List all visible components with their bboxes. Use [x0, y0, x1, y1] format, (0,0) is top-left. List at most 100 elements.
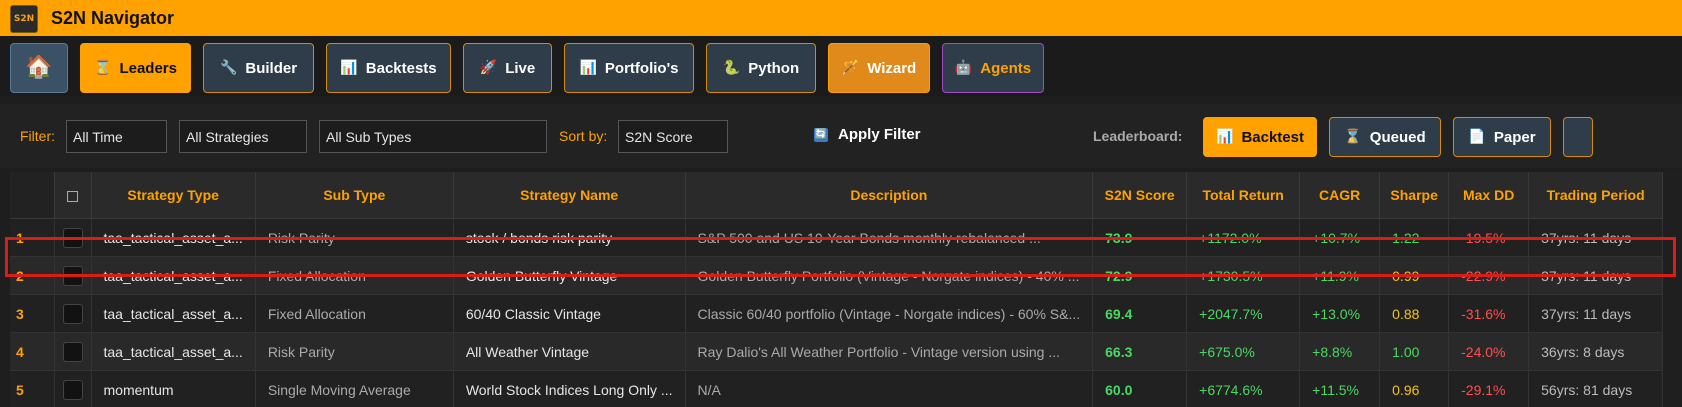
- sharpe-cell: 0.99: [1379, 256, 1450, 295]
- row-checkbox[interactable]: [62, 265, 83, 286]
- select-all-checkbox[interactable]: [54, 172, 92, 219]
- max-dd-cell: -22.9%: [1448, 256, 1530, 295]
- nav-builder-label: Builder: [245, 59, 298, 77]
- strategy-type-cell: taa_tactical_asset_a...: [91, 294, 256, 333]
- total-return-cell: +1730.5%: [1186, 256, 1301, 295]
- description-cell: N/A: [685, 370, 1094, 407]
- row-rank: 4: [10, 332, 55, 371]
- s2n-score-cell: 69.4: [1092, 294, 1188, 333]
- description-cell: Golden Butterfly Portfolio (Vintage - No…: [685, 256, 1094, 295]
- table-row[interactable]: 4 taa_tactical_asset_a... Risk Parity Al…: [10, 332, 1664, 371]
- description-cell: Classic 60/40 portfolio (Vintage - Norga…: [685, 294, 1094, 333]
- trading-period-cell: 36yrs: 8 days: [1528, 332, 1664, 371]
- home-button[interactable]: 🏠: [10, 43, 68, 93]
- nav-portfolios-button[interactable]: 📊 Portfolio's: [564, 43, 694, 93]
- column-header[interactable]: Sub Type: [255, 172, 454, 219]
- subtype-filter-select[interactable]: All Sub Types: [319, 120, 547, 153]
- column-header[interactable]: Strategy Name: [453, 172, 686, 219]
- leaderboard-backtest-label: Backtest: [1241, 128, 1304, 146]
- sort-select[interactable]: S2N Score: [618, 120, 728, 153]
- apply-filter-button[interactable]: 🔄 Apply Filter: [814, 126, 921, 143]
- filter-label: Filter:: [20, 128, 55, 144]
- nav-live-button[interactable]: 🚀 Live: [463, 43, 552, 93]
- sharpe-cell: 1.00: [1379, 332, 1450, 371]
- row-rank: 5: [10, 370, 55, 407]
- strategy-name-cell[interactable]: All Weather Vintage: [453, 332, 686, 371]
- s2n-score-cell: 72.9: [1092, 256, 1188, 295]
- strategy-type-cell: taa_tactical_asset_a...: [91, 218, 256, 257]
- row-rank: 1: [10, 218, 55, 257]
- row-rank: 3: [10, 294, 55, 333]
- strategy-name-cell[interactable]: stock / bonds risk parity: [453, 218, 686, 257]
- nav-portfolios-label: Portfolio's: [604, 59, 679, 77]
- s2n-score-cell: 66.3: [1092, 332, 1188, 371]
- table-row[interactable]: 1 taa_tactical_asset_a... Risk Parity st…: [10, 218, 1664, 257]
- home-icon: 🏠: [25, 55, 53, 80]
- trading-period-cell: 37yrs: 11 days: [1528, 218, 1664, 257]
- nav-agents-button[interactable]: 🤖 Agents: [942, 43, 1044, 93]
- column-header[interactable]: S2N Score: [1092, 172, 1188, 219]
- sub-type-cell: Single Moving Average: [255, 370, 454, 407]
- total-return-cell: +6774.6%: [1186, 370, 1301, 407]
- table-row[interactable]: 5 momentum Single Moving Average World S…: [10, 370, 1664, 407]
- max-dd-cell: -24.0%: [1448, 332, 1530, 371]
- table-row[interactable]: 3 taa_tactical_asset_a... Fixed Allocati…: [10, 294, 1664, 333]
- s2n-score-cell: 60.0: [1092, 370, 1188, 407]
- refresh-icon: 🔄: [814, 127, 828, 142]
- trading-period-cell: 37yrs: 11 days: [1528, 294, 1664, 333]
- strategy-name-cell[interactable]: World Stock Indices Long Only ...: [453, 370, 686, 407]
- time-filter-select[interactable]: All Time: [66, 120, 167, 153]
- nav-builder-button[interactable]: 🔧 Builder: [203, 43, 314, 93]
- rank-header: [10, 172, 55, 219]
- description-cell: S&P 500 and US 10-Year Bonds monthly reb…: [685, 218, 1094, 257]
- row-checkbox[interactable]: [62, 341, 83, 362]
- rocket-icon: 🚀: [479, 60, 498, 76]
- nav-leaders-button[interactable]: ⌛ Leaders: [80, 43, 191, 93]
- row-checkbox[interactable]: [62, 303, 83, 324]
- nav-python-label: Python: [748, 59, 800, 77]
- nav-live-label: Live: [505, 59, 536, 77]
- bar-chart-icon: 📊: [579, 60, 597, 76]
- bar-chart-icon: 📊: [1216, 129, 1234, 145]
- nav-backtests-button[interactable]: 📊 Backtests: [326, 43, 451, 93]
- sharpe-cell: 0.88: [1379, 294, 1450, 333]
- leaderboard-label: Leaderboard:: [1093, 128, 1183, 144]
- cagr-cell: +11.5%: [1299, 370, 1381, 407]
- column-header[interactable]: Total Return: [1186, 172, 1301, 219]
- sub-type-cell: Fixed Allocation: [255, 256, 454, 295]
- table-header-row: Strategy Type Sub Type Strategy Name Des…: [10, 172, 1664, 219]
- description-cell: Ray Dalio's All Weather Portfolio - Vint…: [685, 332, 1094, 371]
- leaderboard-backtest-button[interactable]: 📊 Backtest: [1203, 117, 1317, 157]
- table-row[interactable]: 2 taa_tactical_asset_a... Fixed Allocati…: [10, 256, 1664, 295]
- column-header[interactable]: CAGR: [1299, 172, 1381, 219]
- strategy-name-cell[interactable]: 60/40 Classic Vintage: [453, 294, 686, 333]
- python-icon: 🐍: [722, 60, 741, 76]
- max-dd-cell: -19.5%: [1448, 218, 1530, 257]
- row-checkbox[interactable]: [62, 379, 83, 400]
- strategy-type-cell: taa_tactical_asset_a...: [91, 332, 256, 371]
- row-checkbox[interactable]: [62, 227, 83, 248]
- strategy-type-cell: taa_tactical_asset_a...: [91, 256, 256, 295]
- nav-wizard-label: Wizard: [867, 59, 917, 77]
- trading-period-cell: 37yrs: 11 days: [1528, 256, 1664, 295]
- column-header[interactable]: Description: [685, 172, 1094, 219]
- strategy-filter-select[interactable]: All Strategies: [179, 120, 307, 153]
- sharpe-cell: 0.96: [1379, 370, 1450, 407]
- document-icon: 📄: [1468, 129, 1486, 145]
- total-return-cell: +2047.7%: [1186, 294, 1301, 333]
- column-header[interactable]: Sharpe: [1379, 172, 1450, 219]
- leaderboard-queued-label: Queued: [1369, 128, 1426, 146]
- column-header[interactable]: Strategy Type: [91, 172, 256, 219]
- trading-period-cell: 56yrs: 81 days: [1528, 370, 1664, 407]
- cagr-cell: +8.8%: [1299, 332, 1381, 371]
- nav-wizard-button[interactable]: 🪄 Wizard: [828, 43, 930, 93]
- leaderboard-paper-button[interactable]: 📄 Paper: [1453, 117, 1551, 157]
- leaderboard-more-button[interactable]: [1563, 117, 1593, 157]
- strategy-name-cell[interactable]: Golden Butterfly Vintage: [453, 256, 686, 295]
- leaderboard-queued-button[interactable]: ⌛ Queued: [1329, 117, 1441, 157]
- cagr-cell: +11.9%: [1299, 256, 1381, 295]
- nav-python-button[interactable]: 🐍 Python: [706, 43, 816, 93]
- s2n-score-cell: 73.9: [1092, 218, 1188, 257]
- column-header[interactable]: Trading Period: [1528, 172, 1664, 219]
- column-header[interactable]: Max DD: [1448, 172, 1530, 219]
